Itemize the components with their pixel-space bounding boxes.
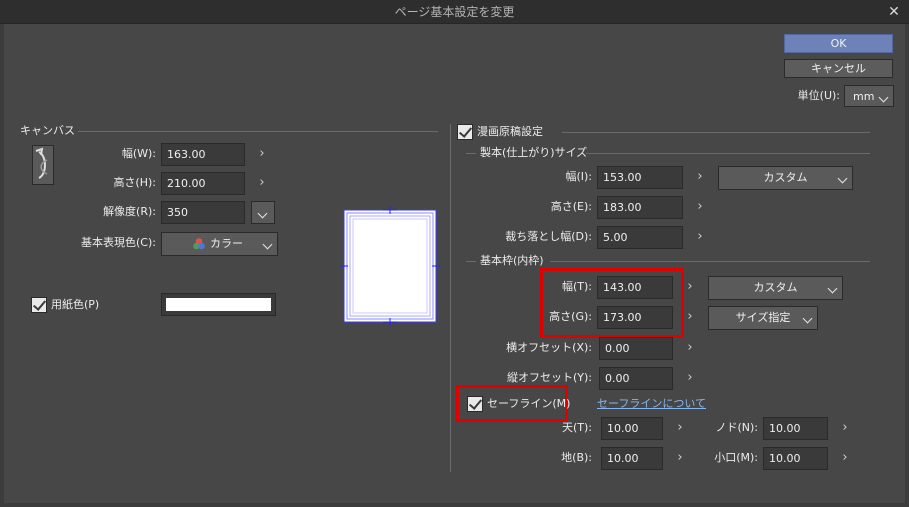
chevron-down-icon: [257, 208, 268, 219]
canvas-height-arrow-icon[interactable]: ›: [253, 172, 271, 195]
chevron-down-icon: [827, 283, 838, 294]
color-mode-select[interactable]: カラー: [161, 232, 278, 256]
inner-width-arrow-icon[interactable]: ›: [681, 276, 699, 299]
size-mode-select[interactable]: サイズ指定: [708, 306, 818, 330]
safe-gutter-label: ノド(N):: [715, 421, 758, 434]
inner-height-label: 高さ(G):: [549, 310, 592, 323]
trim-width-input[interactable]: 153.00: [597, 166, 683, 189]
color-mode-icon: [193, 238, 205, 250]
manga-section-divider: [562, 132, 870, 133]
trim-width-arrow-icon[interactable]: ›: [691, 166, 709, 189]
paper-color-checkbox[interactable]: [31, 297, 47, 313]
unit-value: mm: [853, 90, 875, 103]
chevron-down-icon: [878, 92, 889, 103]
vertical-offset-arrow-icon[interactable]: ›: [681, 367, 699, 390]
safe-fore-edge-label: 小口(M):: [714, 451, 758, 464]
section-divider: [450, 124, 451, 472]
canvas-width-label: 幅(W):: [121, 147, 156, 160]
safe-line-label: セーフライン(M): [487, 397, 571, 410]
bleed-input[interactable]: 5.00: [597, 226, 683, 249]
vertical-offset-input[interactable]: 0.00: [599, 367, 673, 390]
inner-height-arrow-icon[interactable]: ›: [681, 306, 699, 329]
safe-fore-edge-input[interactable]: 10.00: [763, 447, 828, 470]
safe-line-checkbox[interactable]: [467, 396, 483, 412]
trim-width-label: 幅(I):: [565, 170, 592, 183]
color-mode-label: 基本表現色(C):: [81, 236, 156, 249]
size-mode-value: サイズ指定: [735, 311, 791, 324]
trim-section-divider: [586, 153, 870, 154]
paper-color-fill: [166, 298, 271, 311]
trim-preset-select[interactable]: カスタム: [718, 166, 853, 190]
trim-preset-value: カスタム: [763, 171, 808, 184]
safe-bottom-arrow-icon[interactable]: ›: [671, 447, 689, 470]
inner-section-divider-left: [466, 261, 476, 262]
safe-gutter-input[interactable]: 10.00: [763, 417, 828, 440]
trim-section-divider-left: [466, 153, 476, 154]
resolution-label: 解像度(R):: [103, 205, 156, 218]
inner-preset-select[interactable]: カスタム: [708, 276, 843, 300]
canvas-width-arrow-icon[interactable]: ›: [253, 143, 271, 166]
page-preview: [340, 206, 440, 326]
manga-settings-checkbox[interactable]: [457, 124, 473, 140]
rotate-icon: [35, 147, 48, 179]
inner-preset-value: カスタム: [753, 281, 798, 294]
safe-bottom-input[interactable]: 10.00: [601, 447, 663, 470]
trim-height-label: 高さ(E):: [550, 200, 592, 213]
safe-top-arrow-icon[interactable]: ›: [671, 417, 689, 440]
inner-section-divider: [550, 261, 870, 262]
canvas-height-input[interactable]: 210.00: [161, 172, 245, 195]
inner-height-input[interactable]: 173.00: [597, 306, 673, 329]
trim-height-arrow-icon[interactable]: ›: [691, 196, 709, 219]
canvas-width-input[interactable]: 163.00: [161, 143, 245, 166]
orientation-toggle-button[interactable]: [32, 145, 54, 185]
about-safe-line-link[interactable]: セーフラインについて: [597, 393, 706, 415]
canvas-section-divider: [78, 131, 438, 132]
canvas-height-label: 高さ(H):: [113, 176, 156, 189]
trim-height-input[interactable]: 183.00: [597, 196, 683, 219]
safe-fore-edge-arrow-icon[interactable]: ›: [836, 447, 854, 470]
inner-width-label: 幅(T):: [561, 280, 592, 293]
horizontal-offset-input[interactable]: 0.00: [599, 337, 673, 360]
ok-button[interactable]: OK: [784, 34, 893, 53]
horizontal-offset-label: 横オフセット(X):: [506, 341, 592, 354]
unit-select[interactable]: mm: [844, 85, 894, 107]
safe-top-label: 天(T):: [561, 421, 592, 434]
window-title: ページ基本設定を変更: [394, 5, 515, 19]
safe-bottom-label: 地(B):: [561, 451, 592, 464]
manga-settings-label: 漫画原稿設定: [477, 125, 543, 138]
chevron-down-icon: [837, 173, 848, 184]
horizontal-offset-arrow-icon[interactable]: ›: [681, 337, 699, 360]
resolution-input[interactable]: 350: [161, 201, 245, 224]
safe-top-input[interactable]: 10.00: [601, 417, 663, 440]
bleed-arrow-icon[interactable]: ›: [691, 226, 709, 249]
bleed-label: 裁ち落とし幅(D):: [505, 230, 592, 243]
unit-label: 単位(U):: [797, 89, 840, 102]
paper-color-swatch[interactable]: [161, 293, 276, 316]
close-icon[interactable]: ✕: [884, 3, 904, 21]
safe-gutter-arrow-icon[interactable]: ›: [836, 417, 854, 440]
cancel-button[interactable]: キャンセル: [784, 59, 893, 78]
trim-section-title: 製本(仕上がり)サイズ: [480, 146, 588, 159]
chevron-down-icon: [262, 239, 273, 250]
resolution-dropdown[interactable]: [251, 201, 275, 224]
chevron-down-icon: [802, 313, 813, 324]
paper-color-label: 用紙色(P): [51, 298, 100, 311]
inner-width-input[interactable]: 143.00: [597, 276, 673, 299]
